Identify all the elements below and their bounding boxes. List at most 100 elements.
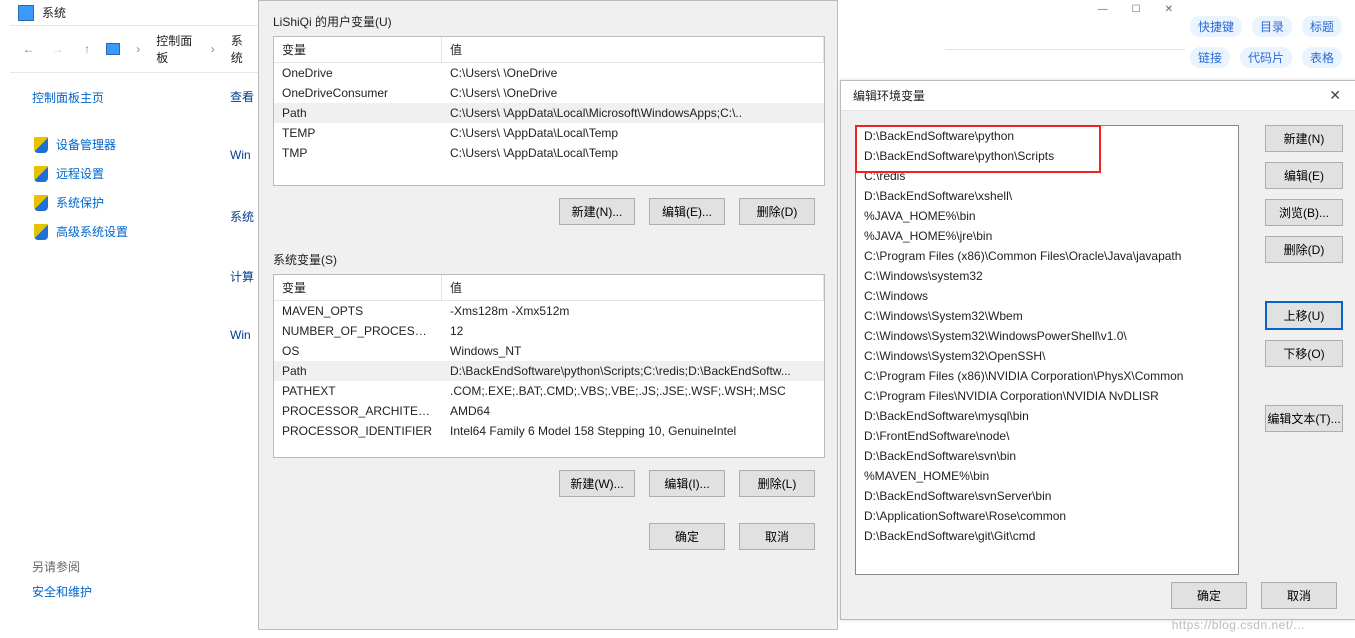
table-row[interactable]: MAVEN_OPTS-Xms128m -Xmx512m	[274, 301, 824, 321]
cell-value: AMD64	[442, 401, 824, 421]
sidebar-item-1[interactable]: 远程设置	[32, 159, 242, 188]
edit-text-button[interactable]: 编辑文本(T)...	[1265, 405, 1343, 432]
col-header-value[interactable]: 值	[442, 275, 824, 300]
table-row[interactable]: PathD:\BackEndSoftware\python\Scripts;C:…	[274, 361, 824, 381]
path-item[interactable]: C:\Windows\System32\OpenSSH\	[856, 346, 1238, 366]
path-item[interactable]: C:\redis	[856, 166, 1238, 186]
env-ok-button[interactable]: 确定	[649, 523, 725, 550]
table-row[interactable]: OneDriveConsumerC:\Users\ \OneDrive	[274, 83, 824, 103]
table-row[interactable]: PROCESSOR_IDENTIFIERIntel64 Family 6 Mod…	[274, 421, 824, 441]
sys-delete-button[interactable]: 删除(L)	[739, 470, 815, 497]
monitor-icon	[106, 43, 120, 55]
col-header-variable[interactable]: 变量	[274, 37, 442, 62]
table-row[interactable]: OSWindows_NT	[274, 341, 824, 361]
help-pill[interactable]: 链接	[1190, 47, 1230, 68]
sidebar-item-2[interactable]: 系统保护	[32, 188, 242, 217]
help-pill[interactable]: 表格	[1302, 47, 1342, 68]
cell-variable: OneDrive	[274, 63, 442, 83]
new-button[interactable]: 新建(N)	[1265, 125, 1343, 152]
path-item[interactable]: C:\Program Files (x86)\Common Files\Orac…	[856, 246, 1238, 266]
delete-button[interactable]: 删除(D)	[1265, 236, 1343, 263]
edit-dialog-title: 编辑环境变量	[853, 87, 925, 104]
cell-value: -Xms128m -Xmx512m	[442, 301, 824, 321]
col-header-variable[interactable]: 变量	[274, 275, 442, 300]
edit-cancel-button[interactable]: 取消	[1261, 582, 1337, 609]
table-row[interactable]: PathC:\Users\ \AppData\Local\Microsoft\W…	[274, 103, 824, 123]
col-header-value[interactable]: 值	[442, 37, 824, 62]
path-item[interactable]: C:\Windows	[856, 286, 1238, 306]
cell-value: C:\Users\ \AppData\Local\Microsoft\Windo…	[442, 103, 824, 123]
path-item[interactable]: D:\BackEndSoftware\svnServer\bin	[856, 486, 1238, 506]
cell-value: C:\Users\ \OneDrive	[442, 83, 824, 103]
control-panel-home-link[interactable]: 控制面板主页	[32, 89, 242, 106]
path-listbox[interactable]: D:\BackEndSoftware\pythonD:\BackEndSoftw…	[855, 125, 1239, 575]
user-delete-button[interactable]: 删除(D)	[739, 198, 815, 225]
path-item[interactable]: D:\ApplicationSoftware\Rose\common	[856, 506, 1238, 526]
user-vars-grid[interactable]: 变量 值 OneDriveC:\Users\ \OneDriveOneDrive…	[273, 36, 825, 186]
cell-variable: MAVEN_OPTS	[274, 301, 442, 321]
table-row[interactable]: PATHEXT.COM;.EXE;.BAT;.CMD;.VBS;.VBE;.JS…	[274, 381, 824, 401]
sys-new-button[interactable]: 新建(W)...	[559, 470, 635, 497]
table-row[interactable]: NUMBER_OF_PROCESSORS12	[274, 321, 824, 341]
sidebar-item-0[interactable]: 设备管理器	[32, 130, 242, 159]
chevron-icon: ›	[211, 42, 215, 56]
cell-variable: TEMP	[274, 123, 442, 143]
path-item[interactable]: D:\BackEndSoftware\python	[856, 126, 1238, 146]
edit-ok-button[interactable]: 确定	[1171, 582, 1247, 609]
sys-edit-button[interactable]: 编辑(I)...	[649, 470, 725, 497]
move-down-button[interactable]: 下移(O)	[1265, 340, 1343, 367]
path-item[interactable]: C:\Windows\System32\Wbem	[856, 306, 1238, 326]
help-pill[interactable]: 目录	[1252, 16, 1292, 37]
up-arrow-icon[interactable]: ↑	[77, 37, 98, 61]
table-row[interactable]: OneDriveC:\Users\ \OneDrive	[274, 63, 824, 83]
path-item[interactable]: D:\BackEndSoftware\python\Scripts	[856, 146, 1238, 166]
maximize-icon[interactable]: ☐	[1132, 4, 1141, 15]
close-icon[interactable]: ✕	[1323, 87, 1347, 104]
cell-value: .COM;.EXE;.BAT;.CMD;.VBS;.VBE;.JS;.JSE;.…	[442, 381, 824, 401]
system-vars-grid[interactable]: 变量 值 MAVEN_OPTS-Xms128m -Xmx512mNUMBER_O…	[273, 274, 825, 458]
path-item[interactable]: D:\BackEndSoftware\svn\bin	[856, 446, 1238, 466]
path-item[interactable]: %JAVA_HOME%\jre\bin	[856, 226, 1238, 246]
table-row[interactable]: TEMPC:\Users\ \AppData\Local\Temp	[274, 123, 824, 143]
control-panel-window: 系统 ← → ↑ › 控制面板 › 系统 控制面板主页 设备管理器远程设置系统保…	[10, 0, 260, 620]
path-item[interactable]: C:\Windows\system32	[856, 266, 1238, 286]
help-pill[interactable]: 代码片	[1240, 47, 1292, 68]
edit-button[interactable]: 编辑(E)	[1265, 162, 1343, 189]
see-also-label: 另请参阅	[32, 558, 92, 575]
security-maintenance-link[interactable]: 安全和维护	[32, 583, 92, 600]
path-item[interactable]: D:\FrontEndSoftware\node\	[856, 426, 1238, 446]
user-edit-button[interactable]: 编辑(E)...	[649, 198, 725, 225]
path-item[interactable]: C:\Windows\System32\WindowsPowerShell\v1…	[856, 326, 1238, 346]
minimize-icon[interactable]: —	[1098, 4, 1108, 15]
watermark-text: https://blog.csdn.net/...	[1172, 618, 1305, 632]
chevron-icon: ›	[136, 42, 140, 56]
table-row[interactable]: TMPC:\Users\ \AppData\Local\Temp	[274, 143, 824, 163]
cell-value: D:\BackEndSoftware\python\Scripts;C:\red…	[442, 361, 824, 381]
cell-value: 12	[442, 321, 824, 341]
sidebar-item-3[interactable]: 高级系统设置	[32, 217, 242, 246]
path-item[interactable]: D:\BackEndSoftware\mysql\bin	[856, 406, 1238, 426]
breadcrumb-system[interactable]: 系统	[231, 32, 252, 66]
path-item[interactable]: D:\BackEndSoftware\git\Git\cmd	[856, 526, 1238, 546]
browse-button[interactable]: 浏览(B)...	[1265, 199, 1343, 226]
breadcrumb-control-panel[interactable]: 控制面板	[156, 32, 199, 66]
close-icon[interactable]: ✕	[1165, 4, 1173, 15]
path-item[interactable]: %JAVA_HOME%\bin	[856, 206, 1238, 226]
move-up-button[interactable]: 上移(U)	[1265, 301, 1343, 330]
path-item[interactable]: %MAVEN_HOME%\bin	[856, 466, 1238, 486]
system-vars-label: 系统变量(S)	[273, 251, 823, 268]
sidebar-item-label: 远程设置	[56, 165, 104, 182]
env-cancel-button[interactable]: 取消	[739, 523, 815, 550]
path-item[interactable]: D:\BackEndSoftware\xshell\	[856, 186, 1238, 206]
shield-icon	[34, 166, 48, 182]
edit-env-var-dialog: 编辑环境变量 ✕ D:\BackEndSoftware\pythonD:\Bac…	[840, 80, 1355, 620]
help-pill[interactable]: 快捷键	[1190, 16, 1242, 37]
table-row[interactable]: PROCESSOR_ARCHITECT...AMD64	[274, 401, 824, 421]
path-item[interactable]: C:\Program Files\NVIDIA Corporation\NVID…	[856, 386, 1238, 406]
back-arrow-icon[interactable]: ←	[18, 37, 39, 61]
path-item[interactable]: C:\Program Files (x86)\NVIDIA Corporatio…	[856, 366, 1238, 386]
cell-variable: PROCESSOR_ARCHITECT...	[274, 401, 442, 421]
background-app: — ☐ ✕ 快捷键目录标题链接代码片表格	[840, 0, 1355, 90]
user-new-button[interactable]: 新建(N)...	[559, 198, 635, 225]
help-pill[interactable]: 标题	[1302, 16, 1342, 37]
